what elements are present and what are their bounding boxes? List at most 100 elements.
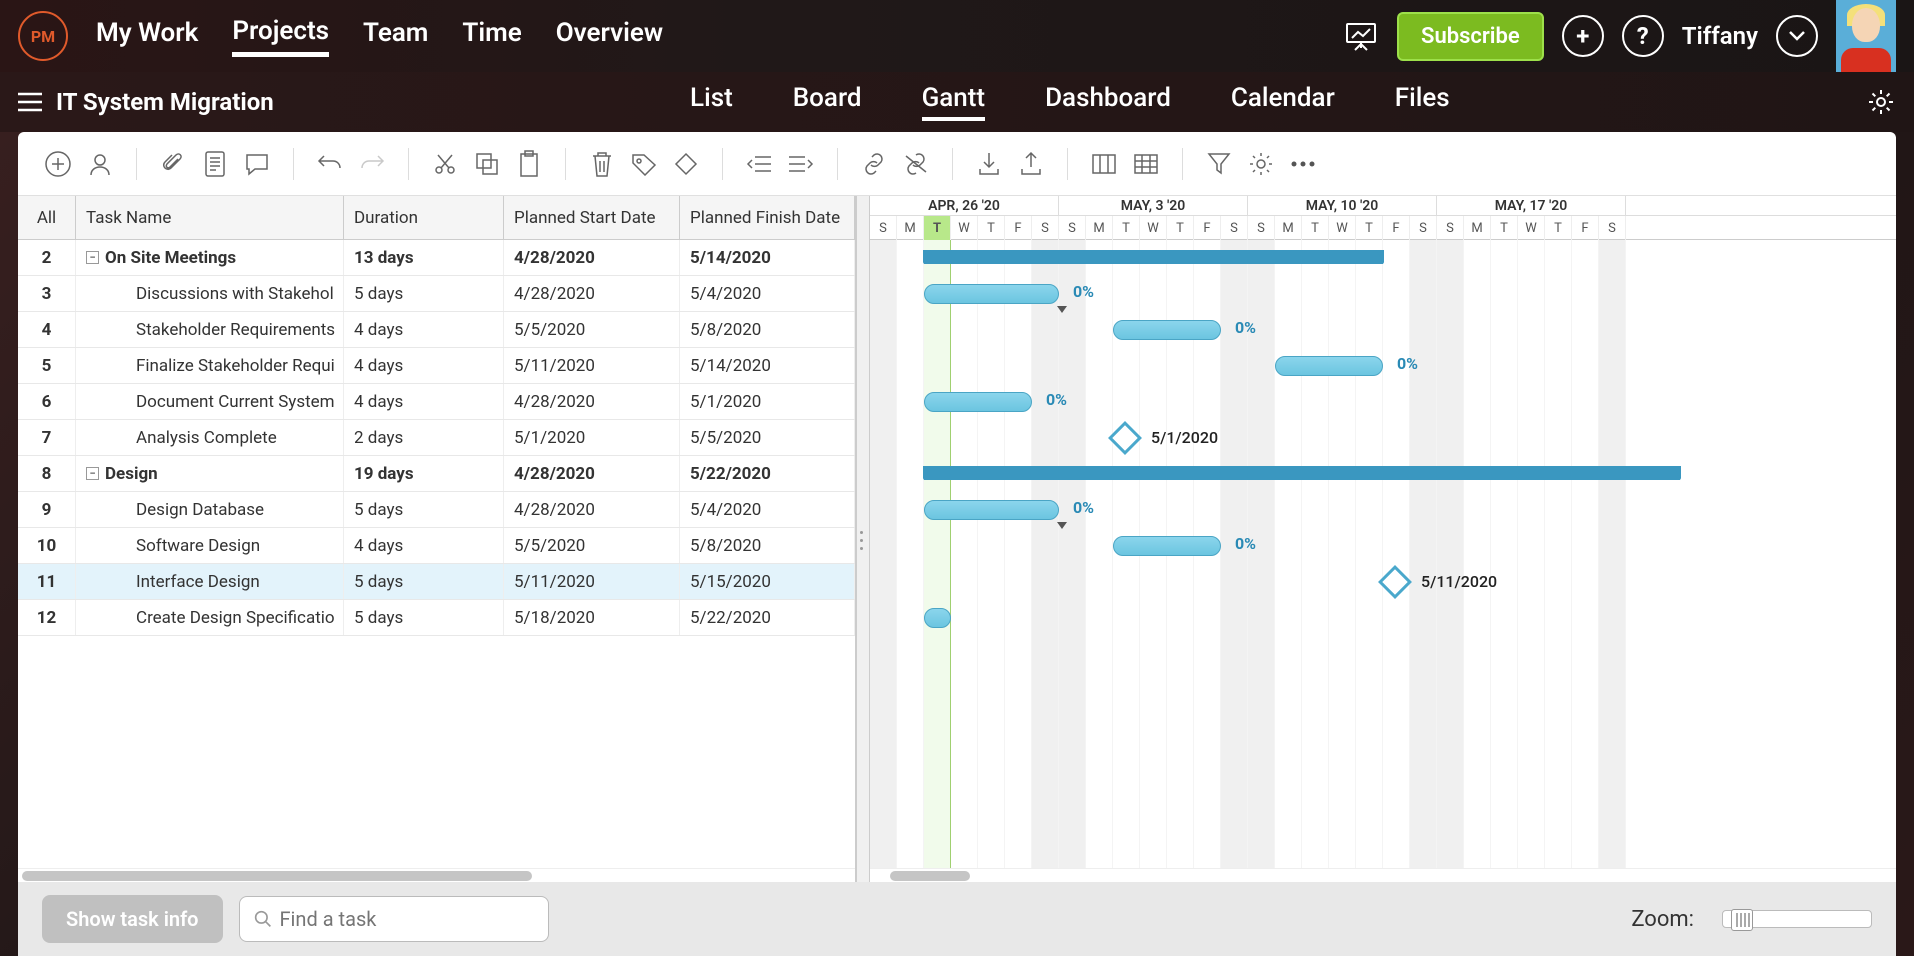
col-header-finish[interactable]: Planned Finish Date: [680, 196, 855, 239]
collapse-icon[interactable]: −: [86, 467, 99, 480]
table-h-scrollbar[interactable]: [18, 868, 855, 882]
table-row[interactable]: 3Discussions with Stakehol5 days4/28/202…: [18, 276, 855, 312]
nav-team[interactable]: Team: [363, 18, 428, 54]
import-icon[interactable]: [973, 148, 1005, 180]
grid-icon[interactable]: [1130, 148, 1162, 180]
gantt-week-header: MAY, 3 '20: [1059, 196, 1248, 215]
gantt-task-bar[interactable]: [924, 284, 1059, 304]
col-header-duration[interactable]: Duration: [344, 196, 504, 239]
table-row[interactable]: 9Design Database5 days4/28/20205/4/2020: [18, 492, 855, 528]
milestone-icon[interactable]: [670, 148, 702, 180]
gantt-progress-label: 0%: [1235, 318, 1256, 337]
paste-icon[interactable]: [513, 148, 545, 180]
tab-calendar[interactable]: Calendar: [1231, 83, 1335, 121]
copy-icon[interactable]: [471, 148, 503, 180]
tab-files[interactable]: Files: [1395, 83, 1450, 121]
gantt-row[interactable]: 0%: [870, 312, 1896, 348]
tab-list[interactable]: List: [690, 83, 733, 121]
table-row[interactable]: 4Stakeholder Requirements4 days5/5/20205…: [18, 312, 855, 348]
person-icon[interactable]: [84, 148, 116, 180]
table-row[interactable]: 5Finalize Stakeholder Requi4 days5/11/20…: [18, 348, 855, 384]
tab-board[interactable]: Board: [793, 83, 862, 121]
undo-icon[interactable]: [314, 148, 346, 180]
gantt-h-scrollbar[interactable]: [870, 868, 1896, 882]
gantt-row[interactable]: 0%: [870, 348, 1896, 384]
tab-dashboard[interactable]: Dashboard: [1045, 83, 1171, 121]
gantt-row[interactable]: 5/11/2020: [870, 564, 1896, 600]
gantt-milestone[interactable]: [1378, 565, 1412, 599]
subscribe-button[interactable]: Subscribe: [1397, 12, 1544, 61]
gantt-task-bar[interactable]: [924, 608, 951, 628]
settings-gear-icon[interactable]: [1866, 87, 1896, 117]
gantt-row[interactable]: 0%: [870, 492, 1896, 528]
gantt-row[interactable]: 0%: [870, 528, 1896, 564]
gantt-row[interactable]: 0%: [870, 384, 1896, 420]
gear-icon[interactable]: [1245, 148, 1277, 180]
gantt-day-header: W: [1140, 216, 1167, 240]
gantt-row[interactable]: [870, 240, 1896, 276]
table-row[interactable]: 8−Design19 days4/28/20205/22/2020: [18, 456, 855, 492]
show-task-info-button[interactable]: Show task info: [42, 895, 223, 943]
help-button[interactable]: ?: [1622, 15, 1664, 57]
zoom-slider[interactable]: [1722, 910, 1872, 928]
export-icon[interactable]: [1015, 148, 1047, 180]
table-row[interactable]: 7Analysis Complete2 days5/1/20205/5/2020: [18, 420, 855, 456]
delete-icon[interactable]: [586, 148, 618, 180]
nav-overview[interactable]: Overview: [556, 18, 663, 54]
gantt-task-bar[interactable]: [1113, 320, 1221, 340]
task-search[interactable]: [239, 896, 549, 942]
gantt-task-bar[interactable]: [1113, 536, 1221, 556]
columns-icon[interactable]: [1088, 148, 1120, 180]
filter-icon[interactable]: [1203, 148, 1235, 180]
col-header-name[interactable]: Task Name: [76, 196, 344, 239]
gantt-summary-bar[interactable]: [924, 466, 1680, 480]
gantt-week-header: MAY, 17 '20: [1437, 196, 1626, 215]
add-circle-icon[interactable]: [42, 148, 74, 180]
gantt-day-header: S: [1437, 216, 1464, 240]
main-content: All Task Name Duration Planned Start Dat…: [18, 132, 1896, 956]
user-menu-chevron[interactable]: [1776, 15, 1818, 57]
add-button[interactable]: +: [1562, 15, 1604, 57]
attachment-icon[interactable]: [157, 148, 189, 180]
cut-icon[interactable]: [429, 148, 461, 180]
tab-gantt[interactable]: Gantt: [922, 83, 986, 121]
app-logo[interactable]: PM: [18, 11, 68, 61]
gantt-row[interactable]: [870, 456, 1896, 492]
gantt-day-header: T: [1302, 216, 1329, 240]
redo-icon[interactable]: [356, 148, 388, 180]
table-row[interactable]: 12Create Design Specificatio5 days5/18/2…: [18, 600, 855, 636]
search-input[interactable]: [280, 907, 534, 931]
nav-time[interactable]: Time: [462, 18, 521, 54]
outdent-icon[interactable]: [743, 148, 775, 180]
nav-projects[interactable]: Projects: [232, 16, 329, 57]
tag-icon[interactable]: [628, 148, 660, 180]
hamburger-icon[interactable]: [18, 92, 42, 112]
collapse-icon[interactable]: −: [86, 251, 99, 264]
zoom-label: Zoom:: [1631, 907, 1694, 932]
indent-icon[interactable]: [785, 148, 817, 180]
more-icon[interactable]: [1287, 148, 1319, 180]
gantt-summary-bar[interactable]: [924, 250, 1383, 264]
col-header-start[interactable]: Planned Start Date: [504, 196, 680, 239]
gantt-row[interactable]: 0%: [870, 276, 1896, 312]
avatar[interactable]: [1836, 0, 1896, 72]
gantt-day-header: F: [1572, 216, 1599, 240]
gantt-row[interactable]: [870, 600, 1896, 636]
gantt-task-bar[interactable]: [1275, 356, 1383, 376]
notes-icon[interactable]: [199, 148, 231, 180]
table-row[interactable]: 6Document Current System4 days4/28/20205…: [18, 384, 855, 420]
gantt-task-bar[interactable]: [924, 500, 1059, 520]
comment-icon[interactable]: [241, 148, 273, 180]
table-row[interactable]: 2−On Site Meetings13 days4/28/20205/14/2…: [18, 240, 855, 276]
presentation-icon[interactable]: [1343, 18, 1379, 54]
table-row[interactable]: 10Software Design4 days5/5/20205/8/2020: [18, 528, 855, 564]
nav-mywork[interactable]: My Work: [96, 18, 198, 54]
col-header-num[interactable]: All: [18, 196, 76, 239]
gantt-milestone[interactable]: [1108, 421, 1142, 455]
pane-splitter[interactable]: [856, 196, 870, 882]
table-row[interactable]: 11Interface Design5 days5/11/20205/15/20…: [18, 564, 855, 600]
gantt-task-bar[interactable]: [924, 392, 1032, 412]
unlink-icon[interactable]: [900, 148, 932, 180]
gantt-row[interactable]: 5/1/2020: [870, 420, 1896, 456]
link-icon[interactable]: [858, 148, 890, 180]
